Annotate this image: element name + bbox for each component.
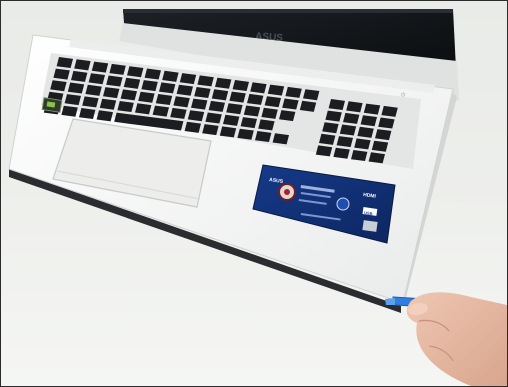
keyboard-key[interactable] (211, 89, 229, 101)
keyboard-key[interactable] (61, 105, 78, 117)
keyboard-key[interactable] (229, 91, 246, 103)
keyboard-key[interactable] (197, 75, 214, 87)
keyboard-key[interactable] (91, 61, 109, 73)
numpad-key[interactable] (354, 138, 371, 150)
keyboard-key[interactable] (67, 82, 85, 94)
keyboard-key[interactable] (82, 96, 99, 108)
keyboard-key[interactable] (144, 68, 161, 80)
keyboard-key[interactable] (79, 108, 96, 120)
keyboard-key[interactable] (159, 82, 176, 94)
keyboard-key[interactable] (173, 96, 190, 108)
keyboard-key[interactable] (285, 86, 302, 98)
numpad-key[interactable] (346, 101, 363, 113)
keyboard-key[interactable] (50, 80, 67, 92)
numpad-key[interactable] (322, 122, 339, 134)
keyboard-key[interactable] (219, 126, 237, 138)
keyboard-key[interactable] (240, 117, 257, 129)
keyboard-key[interactable] (194, 87, 211, 99)
keyboard-key[interactable] (103, 87, 120, 99)
numpad-key[interactable] (325, 110, 342, 122)
numpad-key[interactable] (368, 152, 385, 164)
sticker-hologram (362, 220, 378, 232)
numpad-key[interactable] (319, 133, 336, 145)
keyboard-key[interactable] (255, 131, 272, 143)
keyboard-key[interactable] (106, 75, 123, 87)
keyboard-key[interactable] (53, 68, 70, 80)
sticker-badge-core (284, 189, 290, 195)
keyboard-key[interactable] (99, 98, 117, 110)
numpad-key[interactable] (360, 115, 377, 127)
numpad-key[interactable] (328, 99, 345, 111)
numpad-key[interactable] (363, 103, 381, 115)
keyboard-key[interactable] (258, 119, 275, 131)
keyboard-key[interactable] (141, 80, 158, 92)
keyboard-key[interactable] (56, 57, 73, 69)
keyboard-key[interactable] (109, 63, 126, 75)
keyboard-key[interactable] (237, 128, 254, 140)
keyboard-key[interactable] (202, 124, 219, 136)
sticker-audio-badge (336, 197, 350, 211)
keyboard-key[interactable] (170, 107, 187, 119)
keyboard-key[interactable] (261, 107, 278, 119)
keyboard-key[interactable] (232, 80, 249, 92)
keyboard-key[interactable] (155, 94, 173, 106)
keyboard-key[interactable] (205, 112, 222, 124)
keyboard-key[interactable] (117, 101, 134, 113)
keyboard-key[interactable] (123, 77, 141, 89)
numpad-key[interactable] (339, 124, 357, 136)
numpad-key[interactable] (375, 129, 392, 141)
keyboard-key[interactable] (250, 82, 267, 94)
numpad-key[interactable] (371, 140, 389, 152)
keyboard-key[interactable] (64, 94, 81, 106)
numpad-key[interactable] (343, 112, 360, 124)
keyboard-key[interactable] (162, 70, 179, 82)
numpad-key[interactable] (333, 147, 350, 159)
keyboard-key[interactable] (88, 73, 105, 85)
keyboard-key[interactable] (223, 114, 240, 126)
keyboard-key[interactable] (282, 98, 299, 110)
keyboard-key[interactable] (96, 110, 113, 122)
photo-frame: ASUS ⏻ ASUS HDMI USB (0, 0, 508, 387)
numpad-key[interactable] (315, 145, 333, 157)
keyboard-key[interactable] (267, 84, 285, 96)
keyboard-key[interactable] (264, 96, 281, 108)
keyboard-key[interactable] (120, 89, 137, 101)
numpad-key[interactable] (336, 136, 353, 148)
keyboard-key[interactable] (303, 89, 320, 101)
keyboard-key[interactable] (184, 121, 201, 133)
keyboard-key[interactable] (215, 77, 232, 89)
numpad-key[interactable] (378, 117, 395, 129)
numpad-key[interactable] (357, 126, 374, 138)
keyboard-key[interactable] (85, 84, 102, 96)
keyboard-key[interactable] (152, 105, 169, 117)
keyboard-key[interactable] (247, 93, 264, 105)
keyboard-key[interactable] (127, 66, 144, 78)
keyboard-key[interactable] (226, 103, 243, 115)
keyboard-key[interactable] (272, 133, 289, 145)
pry-tool-tip (385, 298, 395, 305)
keyboard-key[interactable] (176, 84, 193, 96)
laptop-photo: ASUS ⏻ ASUS HDMI USB (1, 1, 507, 386)
keyboard-key[interactable] (191, 98, 208, 110)
keyboard-key[interactable] (135, 103, 152, 115)
numpad-key[interactable] (381, 105, 398, 117)
numpad-key[interactable] (351, 150, 368, 162)
lid-top-edge (123, 9, 453, 13)
keyboard-key[interactable] (71, 70, 88, 82)
keyboard-key[interactable] (279, 110, 296, 122)
keyboard-key[interactable] (74, 59, 91, 71)
keyboard-key[interactable] (187, 110, 205, 122)
keyboard-key[interactable] (299, 100, 317, 112)
keyboard-key[interactable] (138, 91, 155, 103)
keyboard-key[interactable] (243, 105, 261, 117)
keyboard-key[interactable] (179, 73, 197, 85)
keyboard-key[interactable] (208, 100, 225, 112)
